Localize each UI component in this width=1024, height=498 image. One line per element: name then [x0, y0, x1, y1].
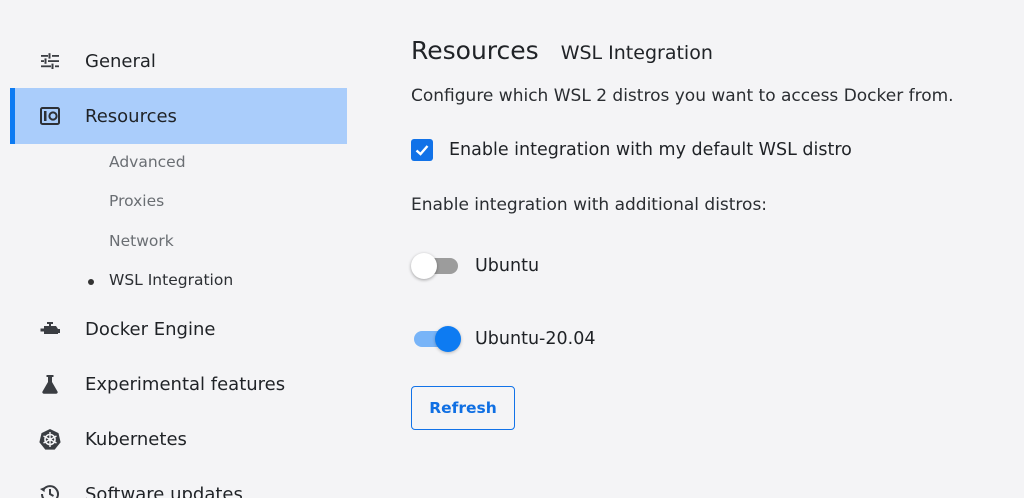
engine-icon [38, 317, 62, 341]
toggle-thumb [411, 253, 437, 279]
distro-toggle-ubuntu[interactable] [411, 252, 461, 280]
page-title: Resources [411, 36, 539, 65]
sidebar-subitem-proxies[interactable]: Proxies [109, 192, 164, 210]
refresh-button[interactable]: Refresh [411, 386, 515, 430]
sidebar: General Resources Advanced Proxies Netwo… [0, 0, 348, 498]
distro-row-ubuntu-20-04: Ubuntu-20.04 [411, 325, 595, 353]
sidebar-item-label: Docker Engine [85, 318, 216, 340]
sidebar-subitem-wsl-integration[interactable]: WSL Integration [109, 271, 233, 289]
additional-distros-label: Enable integration with additional distr… [411, 195, 768, 215]
flask-icon [38, 372, 62, 396]
sidebar-item-label: Software updates [85, 483, 243, 498]
toggle-thumb [435, 326, 461, 352]
main-panel: Resources WSL Integration Configure whic… [411, 0, 1011, 498]
distro-name: Ubuntu-20.04 [475, 329, 596, 349]
kubernetes-icon [38, 427, 62, 451]
default-distro-label: Enable integration with my default WSL d… [449, 140, 852, 160]
sidebar-item-resources[interactable]: Resources [10, 88, 347, 144]
resources-icon [38, 104, 62, 128]
distro-row-ubuntu: Ubuntu [411, 252, 539, 280]
sidebar-item-general[interactable]: General [10, 33, 347, 89]
default-distro-checkbox[interactable] [411, 139, 433, 161]
page-description: Configure which WSL 2 distros you want t… [411, 86, 954, 106]
page-subtitle: WSL Integration [560, 42, 713, 64]
current-item-bullet [88, 279, 94, 285]
default-distro-checkbox-row[interactable]: Enable integration with my default WSL d… [411, 139, 852, 161]
distro-name: Ubuntu [475, 256, 540, 276]
sidebar-item-docker-engine[interactable]: Docker Engine [10, 301, 347, 357]
checkmark-icon [415, 145, 429, 156]
page-header: Resources WSL Integration [411, 36, 713, 65]
sliders-icon [38, 49, 62, 73]
history-icon [38, 482, 62, 498]
sidebar-subitem-network[interactable]: Network [109, 232, 174, 250]
sidebar-subitem-advanced[interactable]: Advanced [109, 153, 186, 171]
sidebar-item-label: Experimental features [85, 373, 286, 395]
sidebar-item-label: Kubernetes [85, 428, 187, 450]
sidebar-item-label: Resources [85, 105, 177, 127]
sidebar-item-experimental-features[interactable]: Experimental features [10, 356, 347, 412]
sidebar-item-software-updates[interactable]: Software updates [10, 466, 347, 498]
docker-settings-window: General Resources Advanced Proxies Netwo… [0, 0, 1024, 498]
sidebar-item-label: General [85, 50, 156, 72]
distro-toggle-ubuntu-20-04[interactable] [411, 325, 461, 353]
sidebar-item-kubernetes[interactable]: Kubernetes [10, 411, 347, 467]
